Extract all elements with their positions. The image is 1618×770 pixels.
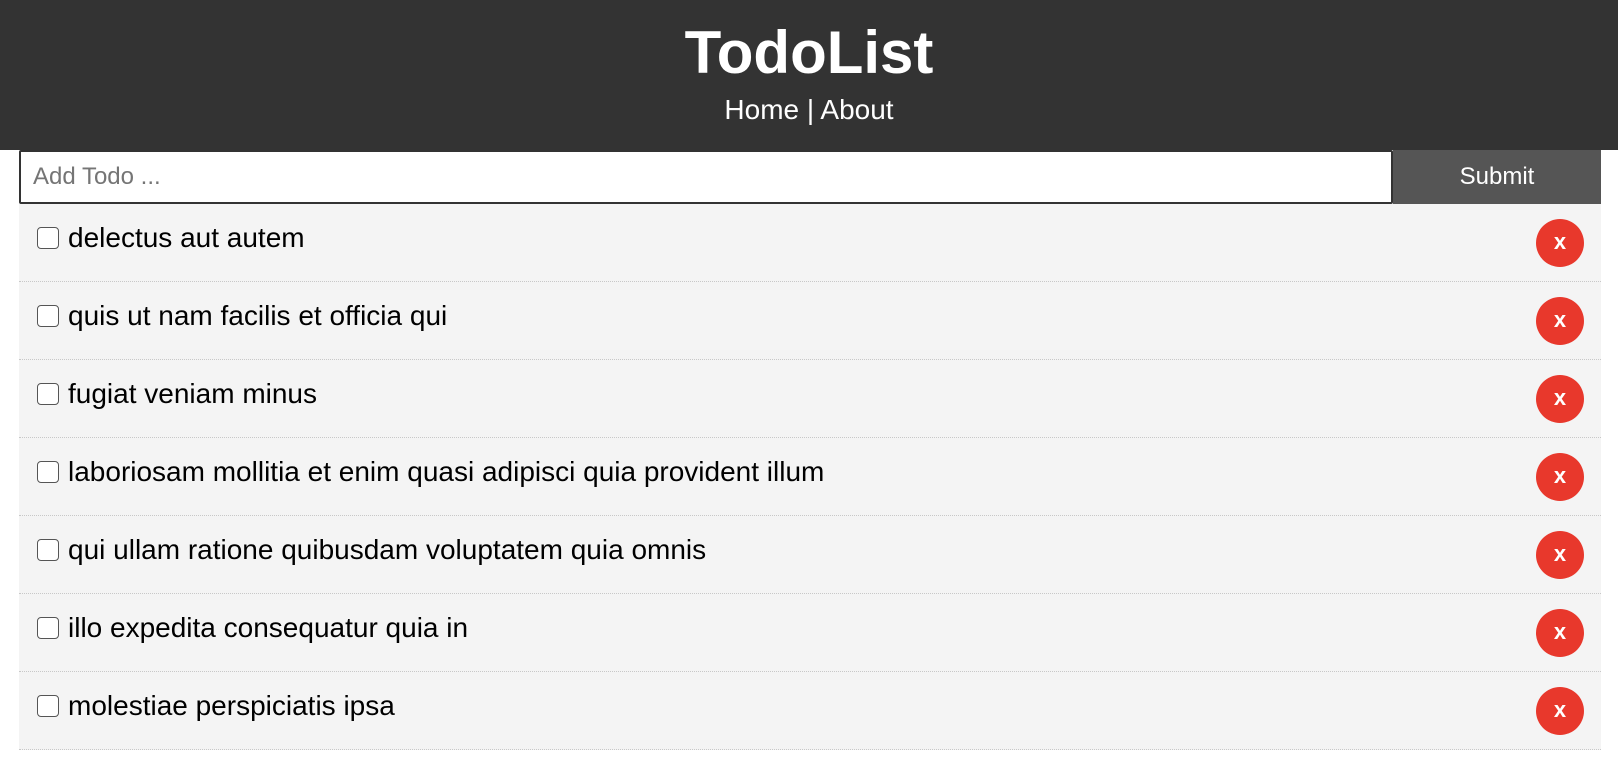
todo-item: illo expedita consequatur quia in x — [19, 594, 1601, 672]
delete-todo-button[interactable]: x — [1536, 530, 1584, 579]
main-nav: Home | About — [0, 90, 1618, 130]
todo-title: qui ullam ratione quibusdam voluptatem q… — [68, 533, 707, 565]
todo-checkbox[interactable] — [37, 694, 59, 717]
todo-checkbox[interactable] — [37, 304, 59, 327]
todo-title: quis ut nam facilis et officia qui — [68, 299, 448, 331]
add-todo-form: Submit — [19, 150, 1601, 204]
delete-todo-button[interactable]: x — [1536, 218, 1584, 267]
todo-item: quis ut nam facilis et officia qui x — [19, 282, 1601, 360]
nav-separator: | — [806, 94, 815, 125]
main-content: Submit delectus aut autem x quis ut nam … — [19, 150, 1601, 750]
todo-checkbox[interactable] — [37, 538, 59, 561]
todo-title: fugiat veniam minus — [68, 377, 318, 409]
todo-checkbox[interactable] — [37, 382, 59, 405]
todo-item: delectus aut autem x — [19, 204, 1601, 282]
app-header: TodoList Home | About — [0, 0, 1618, 150]
delete-todo-button[interactable]: x — [1536, 686, 1584, 735]
submit-button[interactable]: Submit — [1393, 150, 1601, 204]
app-title: TodoList — [684, 19, 934, 86]
todo-item: qui ullam ratione quibusdam voluptatem q… — [19, 516, 1601, 594]
delete-todo-button[interactable]: x — [1536, 374, 1584, 423]
todo-item: fugiat veniam minus x — [19, 360, 1601, 438]
todo-checkbox[interactable] — [37, 226, 59, 249]
nav-link-home[interactable]: Home — [724, 94, 799, 125]
add-todo-input[interactable] — [19, 150, 1393, 204]
todo-title: laboriosam mollitia et enim quasi adipis… — [68, 455, 825, 487]
todo-title: illo expedita consequatur quia in — [68, 611, 469, 643]
delete-todo-button[interactable]: x — [1536, 608, 1584, 657]
todo-item: laboriosam mollitia et enim quasi adipis… — [19, 438, 1601, 516]
nav-link-about[interactable]: About — [820, 94, 893, 125]
todo-item: molestiae perspiciatis ipsa x — [19, 672, 1601, 750]
todo-title: molestiae perspiciatis ipsa — [68, 689, 395, 721]
todo-title: delectus aut autem — [68, 221, 305, 253]
todo-checkbox[interactable] — [37, 460, 59, 483]
todo-list: delectus aut autem x quis ut nam facilis… — [19, 204, 1601, 750]
delete-todo-button[interactable]: x — [1536, 296, 1584, 345]
todo-checkbox[interactable] — [37, 616, 59, 639]
delete-todo-button[interactable]: x — [1536, 452, 1584, 501]
